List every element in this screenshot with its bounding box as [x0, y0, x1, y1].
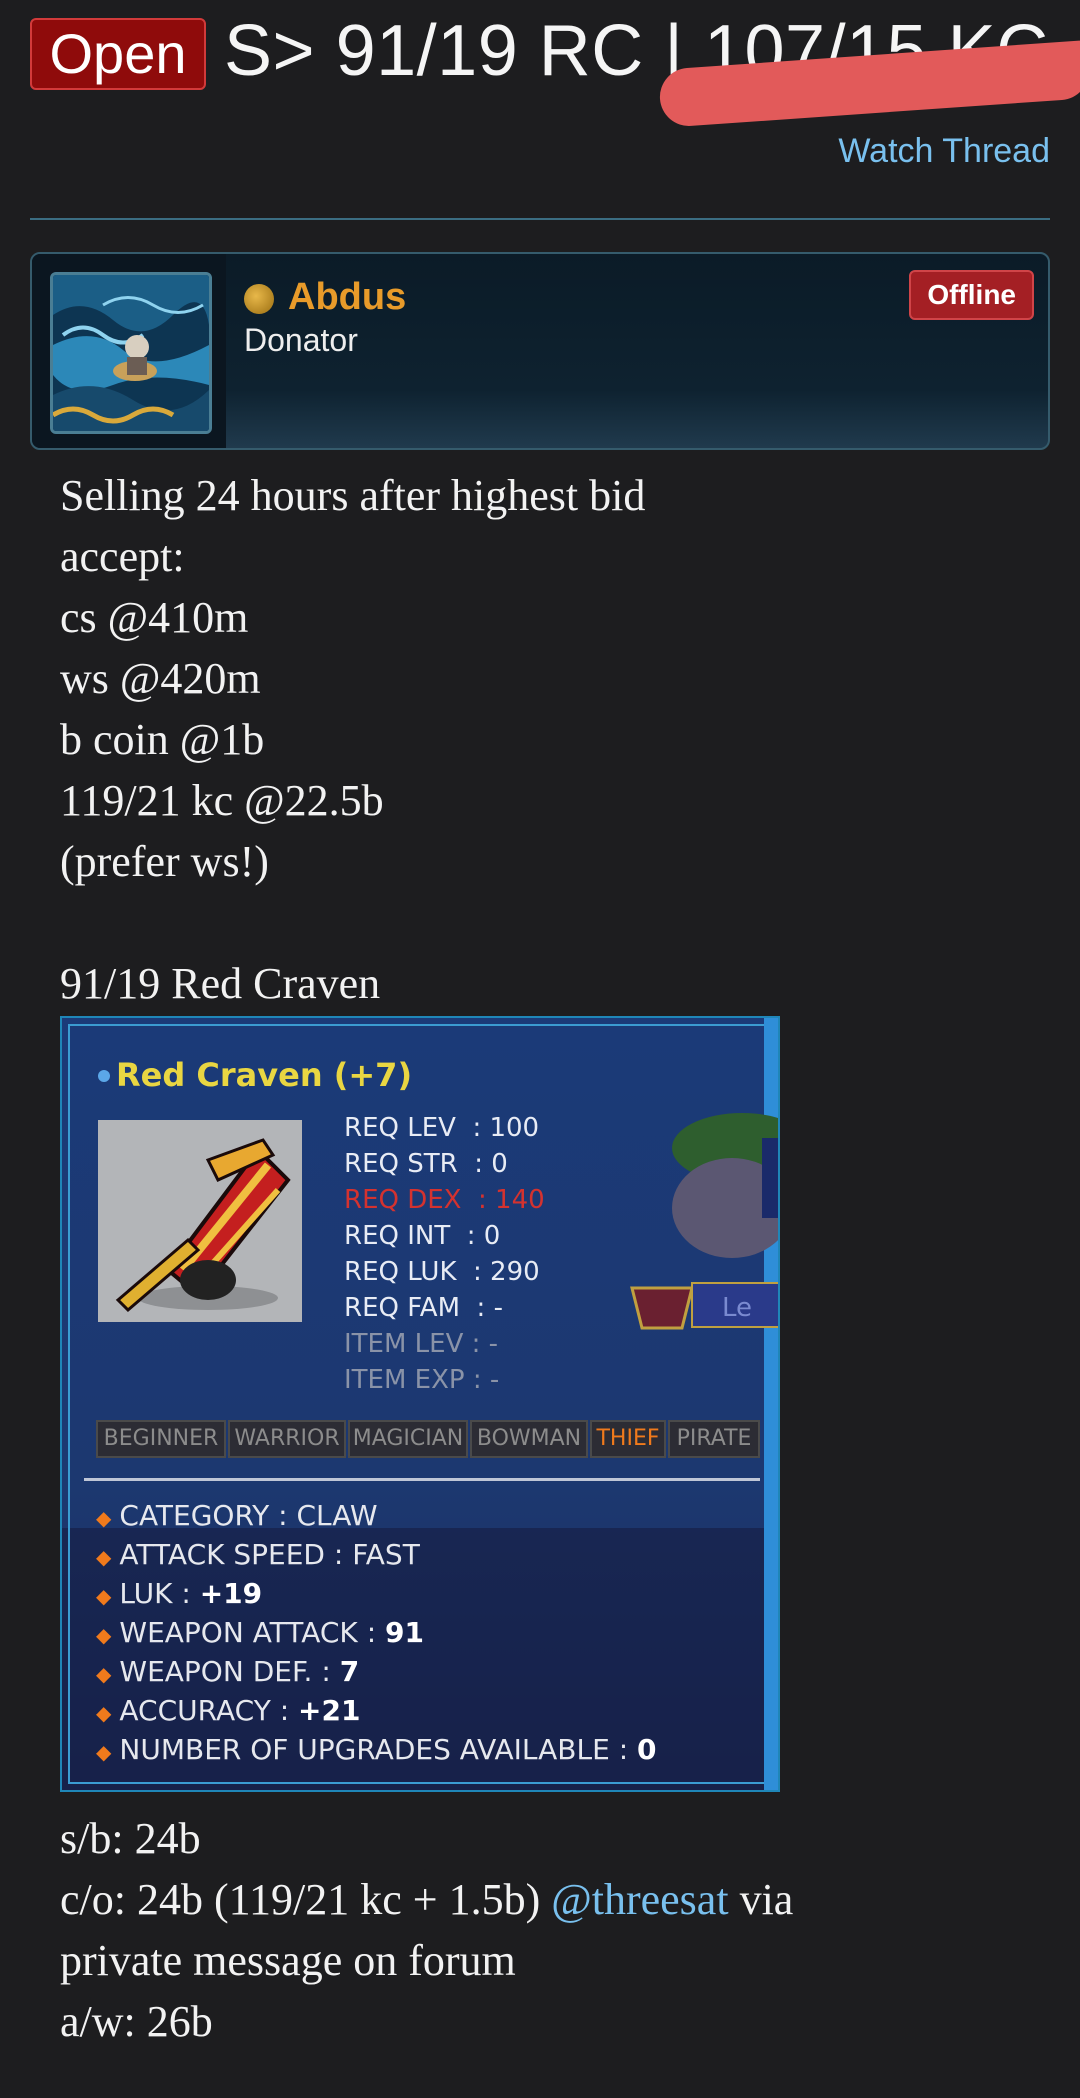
item-heading: 91/19 Red Craven: [60, 959, 381, 1008]
watch-thread-link[interactable]: Watch Thread: [838, 132, 1050, 171]
autowin: a/w: 26b: [60, 1997, 213, 2046]
post-line: 119/21 kc @22.5b: [60, 776, 384, 825]
stat-row: ◆ WEAPON DEF. : 7: [96, 1655, 360, 1688]
current-offer-line2: private message on forum: [60, 1936, 516, 1985]
requirement-row: REQ STR : 0: [344, 1149, 508, 1179]
requirements-list: REQ LEV : 100 REQ STR : 0 REQ DEX : 140 REQ…: [344, 1110, 545, 1398]
bullet-icon: [98, 1070, 110, 1082]
claw-weapon-icon: [98, 1120, 302, 1322]
author-username[interactable]: Abdus: [288, 276, 406, 319]
job-tag-magician: MAGICIAN: [348, 1420, 468, 1458]
requirement-row: REQ INT : 0: [344, 1221, 501, 1251]
stat-row: ◆ WEAPON ATTACK : 91: [96, 1616, 424, 1649]
post-body-bottom: s/b: 24b c/o: 24b (119/21 kc + 1.5b) @th…: [60, 1808, 1020, 2052]
author-title: Donator: [244, 322, 358, 358]
tooltip-separator: [84, 1478, 760, 1481]
post-line: accept:: [60, 532, 185, 581]
mention-link[interactable]: @threesat: [551, 1875, 728, 1924]
current-offer-text: c/o: 24b (119/21 kc + 1.5b): [60, 1875, 552, 1924]
post-line: (prefer ws!): [60, 837, 269, 886]
stat-row: ◆ LUK : +19: [96, 1577, 263, 1610]
job-tag-bowman: BOWMAN: [470, 1420, 588, 1458]
post-line: Selling 24 hours after highest bid: [60, 471, 646, 520]
requirement-row: ITEM LEV : -: [344, 1329, 499, 1359]
diamond-bullet-icon: ◆: [96, 1740, 112, 1764]
diamond-bullet-icon: ◆: [96, 1662, 112, 1686]
stats-list: ◆ CATEGORY : CLAW ◆ ATTACK SPEED : FAST ◆ LUK…: [96, 1496, 657, 1769]
job-tag-warrior: WARRIOR: [228, 1420, 346, 1458]
requirement-row: REQ FAM : -: [344, 1293, 503, 1323]
background-npc-graphic: Le: [622, 1108, 778, 1348]
avatar[interactable]: [50, 272, 212, 434]
current-offer: c/o: 24b (119/21 kc + 1.5b) @threesat vi…: [60, 1869, 1020, 1930]
side-label-text: Le: [722, 1293, 752, 1323]
status-badge: Offline: [909, 270, 1034, 320]
diamond-bullet-icon: ◆: [96, 1545, 112, 1569]
item-name: Red Craven (+7): [116, 1056, 413, 1094]
starting-bid: s/b: 24b: [60, 1814, 201, 1863]
donator-coin-icon: [244, 284, 274, 314]
diamond-bullet-icon: ◆: [96, 1506, 112, 1530]
requirement-row: ITEM EXP : -: [344, 1365, 500, 1395]
job-tag-beginner: BEGINNER: [96, 1420, 226, 1458]
current-offer-suffix: via: [728, 1875, 794, 1924]
post-line: cs @410m: [60, 593, 249, 642]
stat-row: ◆ CATEGORY : CLAW: [96, 1499, 378, 1532]
requirement-row: REQ DEX : 140: [344, 1185, 545, 1215]
requirement-row: REQ LUK : 290: [344, 1257, 540, 1287]
author-card: Abdus Donator Offline: [30, 252, 1050, 450]
diamond-bullet-icon: ◆: [96, 1623, 112, 1647]
diamond-bullet-icon: ◆: [96, 1584, 112, 1608]
avatar-image: [53, 275, 209, 431]
diamond-bullet-icon: ◆: [96, 1701, 112, 1725]
stat-row: ◆ ATTACK SPEED : FAST: [96, 1538, 420, 1571]
thread-prefix-badge[interactable]: Open: [30, 18, 206, 90]
job-tag-pirate: PIRATE: [668, 1420, 760, 1458]
job-tag-thief: THIEF: [590, 1420, 666, 1458]
header-divider: [30, 218, 1050, 220]
stat-row: ◆ ACCURACY : +21: [96, 1694, 361, 1727]
stat-row: ◆ NUMBER OF UPGRADES AVAILABLE : 0: [96, 1733, 657, 1766]
avatar-column: [32, 254, 226, 448]
item-tooltip-image[interactable]: Red Craven (+7) REQ LEV : 100 REQ STR : 0…: [60, 1016, 780, 1792]
post-body: Selling 24 hours after highest bid accep…: [60, 465, 1020, 1014]
post-line: b coin @1b: [60, 715, 265, 764]
requirement-row: REQ LEV : 100: [344, 1113, 540, 1143]
post-line: ws @420m: [60, 654, 261, 703]
